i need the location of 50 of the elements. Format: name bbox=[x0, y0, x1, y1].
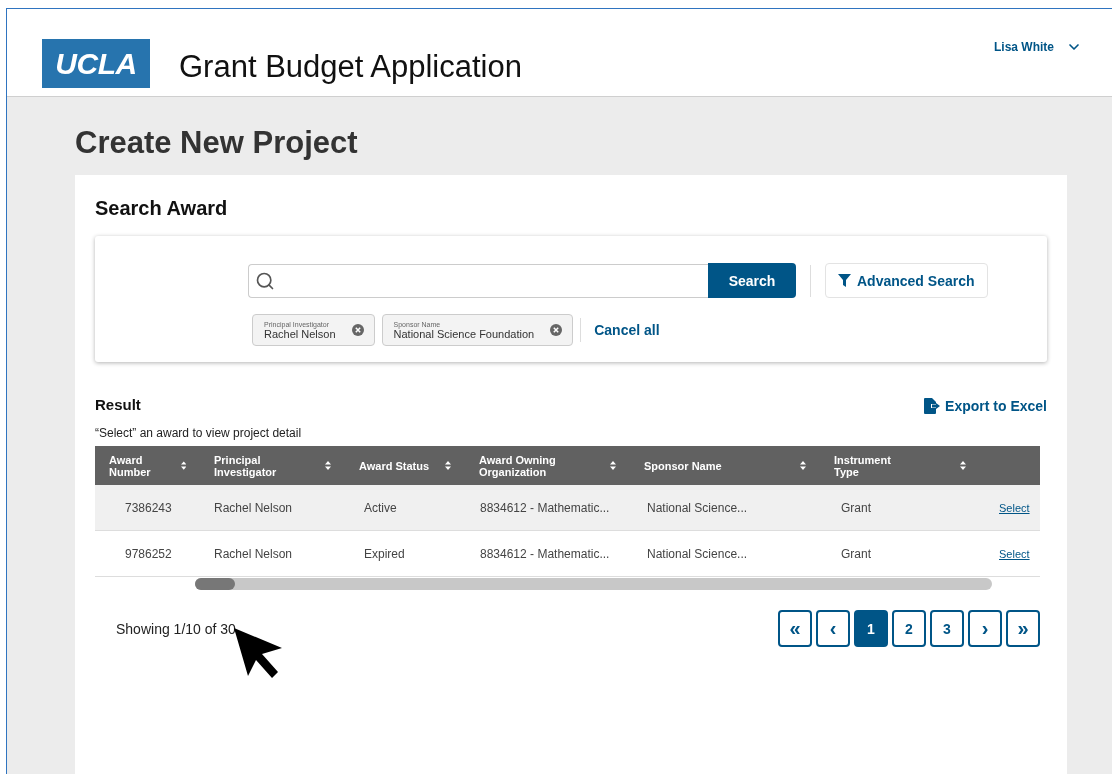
sort-icon[interactable] bbox=[325, 461, 331, 470]
column-header[interactable]: Award Owning Organization bbox=[465, 446, 630, 485]
sort-icon[interactable] bbox=[960, 461, 966, 470]
export-button[interactable]: Export to Excel bbox=[924, 398, 1047, 414]
page-title: Create New Project bbox=[75, 125, 359, 161]
table-cell: 7386243 bbox=[95, 485, 200, 531]
prev-page-button[interactable]: ‹ bbox=[816, 610, 850, 647]
cancel-all-link[interactable]: Cancel all bbox=[580, 318, 660, 342]
scrollbar[interactable] bbox=[195, 578, 992, 590]
result-title: Result bbox=[95, 395, 141, 413]
remove-icon[interactable] bbox=[550, 324, 563, 336]
user-menu[interactable]: Lisa White bbox=[994, 39, 1082, 55]
table-cell: National Science... bbox=[630, 485, 820, 531]
section-title: Search Award bbox=[95, 197, 229, 220]
scroll-thumb[interactable] bbox=[195, 578, 235, 590]
column-header[interactable]: Award Status bbox=[345, 446, 465, 485]
column-header bbox=[980, 446, 1040, 485]
app-title: Grant Budget Application bbox=[179, 49, 523, 85]
export-file-icon bbox=[924, 398, 942, 414]
logo: UCLA bbox=[42, 39, 150, 88]
select-link[interactable]: Select bbox=[999, 501, 1030, 514]
sort-icon[interactable] bbox=[800, 461, 806, 470]
showing-count: Showing 1/10 of 30 bbox=[116, 620, 236, 637]
search-field[interactable] bbox=[248, 263, 708, 298]
next-page-button[interactable]: › bbox=[968, 610, 1002, 647]
column-header[interactable]: Instrument Type bbox=[820, 446, 980, 485]
sort-icon[interactable] bbox=[445, 461, 451, 470]
last-page-button[interactable]: » bbox=[1006, 610, 1040, 647]
page-button[interactable]: 1 bbox=[854, 610, 888, 647]
column-header[interactable]: Sponsor Name bbox=[630, 446, 820, 485]
chip-value: National Science Foundation bbox=[393, 327, 535, 340]
chip-value: Rachel Nelson bbox=[264, 327, 336, 340]
table-cell: Active bbox=[345, 485, 465, 531]
sort-icon[interactable] bbox=[610, 461, 616, 470]
column-header[interactable]: Award Number bbox=[95, 446, 200, 485]
page-button[interactable]: 3 bbox=[930, 610, 964, 647]
column-header[interactable]: Principal Investigator bbox=[200, 446, 345, 485]
table-cell: Grant bbox=[820, 485, 980, 531]
table-cell: 8834612 - Mathematic... bbox=[465, 485, 630, 531]
select-link[interactable]: Select bbox=[999, 547, 1030, 560]
remove-icon[interactable] bbox=[351, 324, 364, 336]
sort-icon[interactable] bbox=[180, 461, 186, 470]
advanced-search-button[interactable]: Advanced Search bbox=[825, 263, 988, 298]
page-button[interactable]: 2 bbox=[892, 610, 926, 647]
table-cell: Rachel Nelson bbox=[200, 485, 345, 531]
search-button[interactable]: Search bbox=[708, 263, 796, 298]
filter-icon bbox=[838, 274, 851, 287]
hint-text: “Select” an award to view project detail bbox=[95, 426, 303, 440]
first-page-button[interactable]: « bbox=[778, 610, 812, 647]
search-icon bbox=[255, 270, 275, 291]
